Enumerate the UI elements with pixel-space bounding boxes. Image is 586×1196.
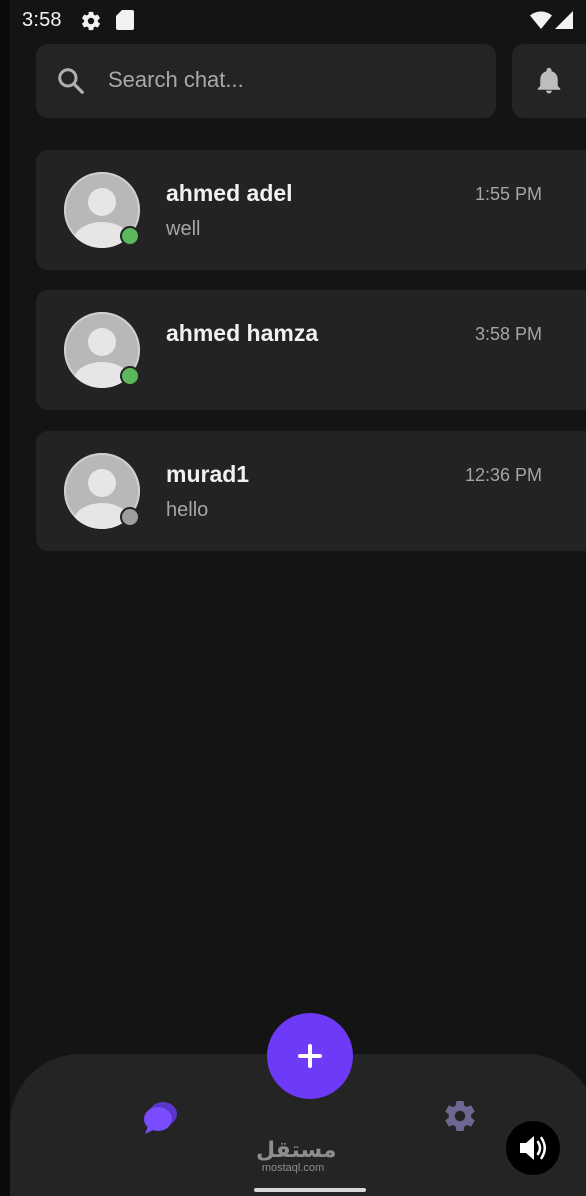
- search-bar[interactable]: [36, 44, 496, 118]
- wifi-icon: [530, 11, 552, 29]
- chat-name: murad1: [166, 461, 250, 487]
- watermark: مستقل mostaql.com: [256, 1137, 337, 1175]
- notifications-button[interactable]: [512, 44, 586, 118]
- chat-time: 3:58 PM: [474, 324, 542, 344]
- watermark-latin: mostaql.com: [261, 1162, 325, 1174]
- chat-preview: well: [166, 218, 201, 240]
- home-indicator[interactable]: [254, 1188, 366, 1192]
- chat-item[interactable]: murad1 12:36 PM hello: [36, 431, 586, 551]
- chat-item[interactable]: ahmed hamza 3:58 PM: [36, 290, 586, 410]
- avatar-head: [88, 188, 116, 216]
- gear-icon[interactable]: [442, 1098, 478, 1134]
- chat-time: 12:36 PM: [464, 465, 542, 485]
- presence-indicator: [120, 507, 140, 527]
- search-icon: [58, 68, 84, 94]
- bell-icon: [537, 67, 561, 94]
- sd-card-icon: [116, 10, 134, 30]
- plus-icon-horizontal: [298, 1054, 322, 1058]
- chat-time: 1:55 PM: [474, 184, 542, 204]
- new-chat-button[interactable]: [267, 1013, 353, 1099]
- gear-icon: [82, 11, 100, 31]
- presence-indicator: [120, 366, 140, 386]
- volume-button[interactable]: [506, 1121, 560, 1175]
- avatar-head: [88, 328, 116, 356]
- signal-icon: [555, 11, 573, 29]
- screen-edge: [0, 0, 10, 1196]
- chat-name: ahmed adel: [166, 180, 293, 206]
- volume-icon: [520, 1136, 546, 1160]
- app-screen: 3:58 ahmed: [0, 0, 586, 1196]
- status-time: 3:58: [22, 9, 62, 31]
- chat-name: ahmed hamza: [166, 320, 319, 346]
- search-input[interactable]: [108, 62, 468, 98]
- chat-item[interactable]: ahmed adel 1:55 PM well: [36, 150, 586, 270]
- watermark-arabic: مستقل: [256, 1137, 337, 1162]
- avatar-head: [88, 469, 116, 497]
- status-bar: 3:58: [0, 0, 586, 40]
- presence-indicator: [120, 226, 140, 246]
- chat-preview: hello: [166, 499, 209, 521]
- chat-bubbles-icon[interactable]: [140, 1098, 180, 1138]
